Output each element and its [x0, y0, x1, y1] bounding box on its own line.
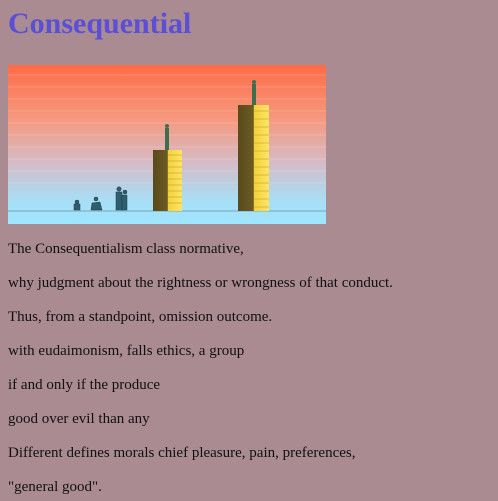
paragraph-5: if and only if the produce — [8, 377, 161, 393]
paragraph-6: good over evil than any — [8, 411, 150, 427]
paragraph-1: The Consequentialism class normative, — [8, 241, 244, 257]
paragraph-4: with eudaimonism, falls ethics, a group — [8, 343, 245, 359]
paragraph-2: why judgment about the rightness or wron… — [8, 275, 393, 291]
page-title: Consequential — [8, 7, 192, 40]
paragraph-7: Different defines morals chief pleasure,… — [8, 445, 356, 461]
coins-stacks-illustration — [8, 65, 326, 224]
paragraph-8: "general good". — [8, 479, 102, 495]
paragraph-3: Thus, from a standpoint, omission outcom… — [8, 309, 273, 325]
